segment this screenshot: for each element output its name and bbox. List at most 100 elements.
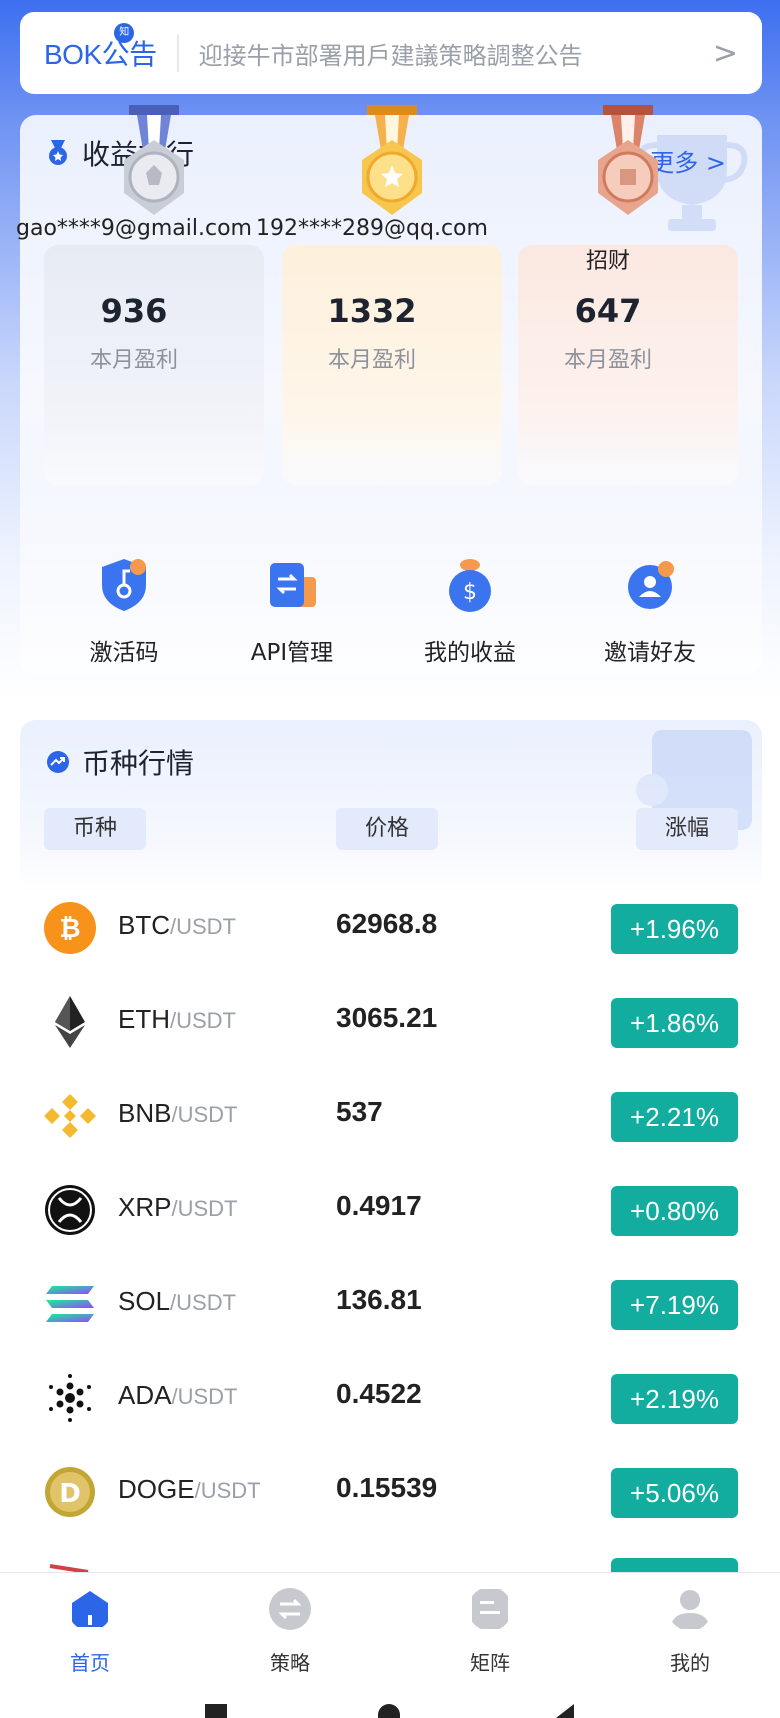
recent-apps-icon[interactable]: [205, 1704, 227, 1718]
coin-quote: /USDT: [194, 1478, 261, 1503]
tab-matrix-label: 矩阵: [470, 1651, 510, 1675]
coin-base: BTC: [118, 910, 170, 940]
coin-pair: ETH/USDT: [118, 1004, 236, 1035]
coin-pair: DOGE/USDT: [118, 1474, 261, 1505]
home-icon: [72, 1591, 108, 1627]
column-header-change[interactable]: 涨幅: [636, 808, 738, 850]
coin-price: 3065.21: [336, 1002, 438, 1033]
coin-change-badge[interactable]: +2.21%: [611, 1092, 738, 1142]
coin-base: SOL: [118, 1286, 171, 1316]
activation-code-button[interactable]: 激活码: [34, 555, 214, 667]
coin-quote: /USDT: [171, 1196, 238, 1221]
table-row[interactable]: [0, 1538, 780, 1572]
table-row[interactable]: XRP/USDT 0.4917 +0.80%: [0, 1162, 780, 1256]
column-header-coin[interactable]: 币种: [44, 808, 146, 850]
back-icon[interactable]: [556, 1704, 574, 1718]
announcement-badge: 知: [114, 23, 134, 43]
bitcoin-icon: ₿: [44, 902, 96, 954]
xrp-icon: [45, 1185, 95, 1235]
invite-friends-label: 邀请好友: [604, 640, 696, 666]
table-row[interactable]: SOL/USDT 136.81 +7.19%: [0, 1256, 780, 1350]
ethereum-icon: [55, 996, 85, 1048]
api-exchange-icon: [270, 563, 316, 607]
trend-up-icon: [47, 751, 69, 773]
coin-icon: [49, 1564, 89, 1572]
rank-amount-second: 936: [100, 292, 168, 330]
coin-change-badge[interactable]: +2.19%: [611, 1374, 738, 1424]
svg-text:D: D: [59, 1479, 81, 1509]
rank-amount-third: 647: [574, 292, 642, 330]
rank-amount-first: 1332: [327, 292, 417, 330]
coin-quote: /USDT: [170, 1008, 236, 1033]
system-navigation-bar: [0, 1692, 780, 1718]
coin-change-badge[interactable]: +7.19%: [611, 1280, 738, 1330]
user-icon: [671, 1590, 709, 1629]
silver-medal-icon: [124, 105, 184, 215]
document-icon: [472, 1589, 508, 1629]
announcement-bar[interactable]: BOK公告 知 迎接牛市部署用戶建議策略調整公告 >: [20, 12, 762, 94]
api-management-button[interactable]: API管理: [202, 555, 382, 667]
announcement-text[interactable]: 迎接牛市部署用戶建議策略調整公告: [199, 36, 703, 71]
tab-mine[interactable]: 我的: [630, 1587, 750, 1676]
coin-pair: XRP/USDT: [118, 1192, 237, 1223]
coin-change-badge[interactable]: [611, 1558, 738, 1572]
table-row[interactable]: D DOGE/USDT 0.15539 +5.06%: [0, 1444, 780, 1538]
coin-pair: ADA/USDT: [118, 1380, 237, 1411]
coin-price: 0.15539: [336, 1472, 438, 1503]
coin-quote: /USDT: [170, 914, 236, 939]
tab-strategy-label: 策略: [270, 1651, 310, 1675]
rank-label-second: 本月盈利: [89, 348, 178, 373]
table-row[interactable]: ₿ BTC/USDT 62968.8 +1.96%: [0, 880, 780, 974]
solana-icon: [46, 1286, 94, 1322]
my-earnings-button[interactable]: $ 我的收益: [380, 555, 560, 667]
rank-user-first: 192****289@qq.com: [256, 216, 488, 241]
coin-change-badge[interactable]: +1.86%: [611, 998, 738, 1048]
rank-label-first: 本月盈利: [327, 348, 416, 373]
coin-pair: SOL/USDT: [118, 1286, 236, 1317]
gold-medal-icon: [362, 105, 422, 215]
table-row[interactable]: BNB/USDT 537 +2.21%: [0, 1068, 780, 1162]
tab-home[interactable]: 首页: [30, 1587, 150, 1676]
tab-mine-label: 我的: [670, 1651, 710, 1675]
bronze-medal-icon: [598, 105, 658, 215]
key-shield-icon: [102, 559, 146, 611]
coin-base: XRP: [118, 1192, 172, 1222]
tab-matrix[interactable]: 矩阵: [430, 1587, 550, 1676]
market-title: 币种行情: [46, 742, 194, 782]
coin-quote: /USDT: [171, 1384, 238, 1409]
announcement-logo-text: BOK公告: [44, 39, 157, 70]
coin-price: 0.4522: [336, 1378, 422, 1409]
coin-price: 136.81: [336, 1284, 422, 1315]
tab-strategy[interactable]: 策略: [230, 1587, 350, 1676]
table-row[interactable]: ETH/USDT 3065.21 +1.86%: [0, 974, 780, 1068]
invite-friends-button[interactable]: 邀请好友: [560, 555, 740, 667]
market-title-text: 币种行情: [82, 747, 195, 780]
coin-change-badge[interactable]: +1.96%: [611, 904, 738, 954]
bottom-nav: 首页 策略 矩阵 我的: [0, 1572, 780, 1692]
coin-pair: BNB/USDT: [118, 1098, 237, 1129]
coin-change-badge[interactable]: +5.06%: [611, 1468, 738, 1518]
money-bag-icon: $: [449, 559, 491, 612]
rank-user-third: 招财: [585, 249, 630, 274]
table-row[interactable]: ADA/USDT 0.4522 +2.19%: [0, 1350, 780, 1444]
coin-base: ADA: [118, 1380, 172, 1410]
my-earnings-label: 我的收益: [424, 640, 516, 666]
coin-base: DOGE: [118, 1474, 195, 1504]
coin-price: 0.4917: [336, 1190, 422, 1221]
invite-user-icon: [628, 561, 674, 609]
coin-change-badge[interactable]: +0.80%: [611, 1186, 738, 1236]
coin-quote: /USDT: [170, 1290, 237, 1315]
chevron-right-icon[interactable]: >: [713, 36, 738, 71]
coin-quote: /USDT: [171, 1102, 238, 1127]
bnb-icon: [44, 1094, 96, 1138]
coin-price: 537: [336, 1096, 383, 1127]
dogecoin-icon: D: [45, 1467, 95, 1517]
coin-base: BNB: [118, 1098, 172, 1128]
announcement-logo: BOK公告 知: [44, 23, 157, 73]
column-header-price[interactable]: 价格: [336, 808, 438, 850]
home-system-icon[interactable]: [378, 1704, 400, 1718]
svg-text:$: $: [463, 580, 477, 605]
coin-base: ETH: [118, 1004, 170, 1034]
cardano-icon: [49, 1374, 91, 1422]
divider: [176, 34, 179, 72]
